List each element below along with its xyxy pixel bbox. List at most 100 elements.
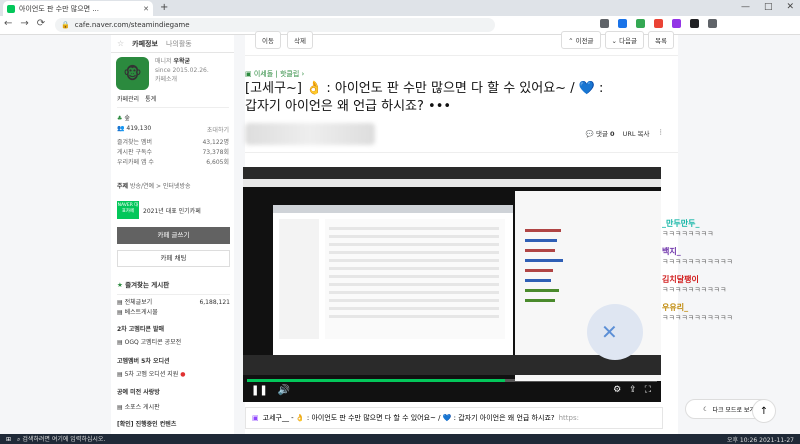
list-icon: ▤ xyxy=(117,371,123,378)
mascot-icon: 🐵 xyxy=(123,64,142,83)
video-progress-track[interactable] xyxy=(247,379,657,382)
lock-icon: 🔒 xyxy=(61,21,70,29)
tab-close-icon[interactable]: ✕ xyxy=(143,5,149,13)
menu-item[interactable]: ▤ 소포스 게시판 xyxy=(117,402,160,411)
browser-extension-icon[interactable] xyxy=(672,19,681,28)
cafe-manage-link[interactable]: 카페관리 xyxy=(117,94,139,103)
browser-extension-icon[interactable] xyxy=(618,19,627,28)
chevron-up-icon: ⌃ xyxy=(568,37,574,45)
topic-value[interactable]: 방송/연예 > 인터넷방송 xyxy=(130,183,191,190)
tab-my-activity[interactable]: 나의활동 xyxy=(166,39,192,49)
url-input[interactable]: 🔒 cafe.naver.com/steamindiegame xyxy=(55,18,495,32)
article-panel: 이동 삭제 ⌃ 이전글 ⌄ 다음글 목록 ▣ 이세돌 | 핫클립 › [고세구~… xyxy=(243,31,678,434)
browser-tab-bar: 아이언도 판 수만 많으면 ... ✕ + — □ ✕ xyxy=(0,0,800,16)
list-button[interactable]: 목록 xyxy=(648,31,674,49)
tree-icon: ♣ xyxy=(117,115,123,122)
manager-label: 매니저 xyxy=(155,58,172,65)
section-header: [확인] 진행중인 컨텐츠 xyxy=(117,421,177,428)
new-badge-icon: ● xyxy=(180,371,186,378)
menu-item[interactable]: ▤ 베스트게시물 xyxy=(117,308,230,318)
windows-start-icon[interactable]: ⊞ xyxy=(6,436,11,443)
video-link[interactable]: https: xyxy=(559,414,579,422)
scroll-top-button[interactable]: ↑ xyxy=(752,399,776,423)
fav-star-icon: ★ xyxy=(117,281,123,289)
back-button[interactable]: ← xyxy=(4,18,12,29)
browser-extension-icon[interactable] xyxy=(654,19,663,28)
chat-text: ㅋㅋㅋㅋㅋㅋㅋㅋㅋㅋ xyxy=(662,286,727,294)
post-title: [고세구~] 👌 : 아이언도 판 수만 많으면 다 할 수 있어요~ / 💙 … xyxy=(245,81,604,114)
video-player[interactable]: ✕ ❚❚ 🔊 ⚙ ⇪ ⛶ xyxy=(243,167,661,402)
board-icon: ▣ xyxy=(245,70,252,78)
star-icon[interactable]: ☆ xyxy=(117,39,124,48)
menu-item[interactable]: ▤ 5차 고멤 오디션 지원 ● xyxy=(117,369,185,378)
new-tab-button[interactable]: + xyxy=(160,2,168,13)
menu-item[interactable]: ▤ 전체글보기 6,188,121 xyxy=(117,298,230,308)
svg-text:✕: ✕ xyxy=(601,320,618,344)
level-row: ♣ 숲 xyxy=(117,115,130,122)
browser-extension-icon[interactable] xyxy=(690,19,699,28)
maximize-button[interactable]: □ xyxy=(764,2,773,12)
cafe-write-button[interactable]: 카페 글쓰기 xyxy=(117,227,230,244)
windows-taskbar: ⊞ ⌕ 검색하려면 여기에 입력하십시오. 오후 10:26 2021-11-2… xyxy=(0,434,800,444)
delete-button[interactable]: 삭제 xyxy=(286,31,313,49)
chat-username: 백지_ xyxy=(662,247,681,256)
post-category[interactable]: ▣ 이세돌 | 핫클립 › xyxy=(245,69,304,79)
video-caption: 고세구__ - 👌 : 아이언도 판 수만 많으면 다 할 수 있어요~ / 💙… xyxy=(262,414,555,422)
address-bar-row: ← → ⟳ 🔒 cafe.naver.com/steamindiegame xyxy=(0,16,800,35)
close-window-button[interactable]: ✕ xyxy=(786,2,794,12)
video-frame: ✕ xyxy=(243,167,661,381)
taskbar-search[interactable]: ⌕ 검색하려면 여기에 입력하십시오. xyxy=(17,434,105,444)
tab-title: 아이언도 판 수만 많으면 ... xyxy=(19,4,99,13)
tab-cafe-info[interactable]: 카페정보 xyxy=(132,39,158,49)
twitch-icon: ▣ xyxy=(252,414,259,422)
chevron-down-icon: ⌄ xyxy=(611,37,617,45)
chat-text: ㅋㅋㅋㅋㅋㅋㅋㅋㅋㅋㅋ xyxy=(662,258,733,266)
minimize-button[interactable]: — xyxy=(741,2,750,12)
reload-button[interactable]: ⟳ xyxy=(37,18,45,29)
comment-icon: 💬 xyxy=(585,130,594,138)
chat-overlay: _만두만두_ ㅋㅋㅋㅋㅋㅋㅋㅋ 백지_ ㅋㅋㅋㅋㅋㅋㅋㅋㅋㅋㅋ 김치달팽이 ㅋㅋㅋㅋㅋㅋㅋ… xyxy=(662,218,800,330)
chat-message: 백지_ ㅋㅋㅋㅋㅋㅋㅋㅋㅋㅋㅋ xyxy=(662,246,800,268)
pause-button[interactable]: ❚❚ xyxy=(251,385,268,396)
chat-text: ㅋㅋㅋㅋㅋㅋㅋㅋㅋㅋㅋ xyxy=(662,314,733,322)
url-copy-button[interactable]: URL 복사 xyxy=(623,128,650,138)
browser-extension-icon[interactable] xyxy=(636,19,645,28)
next-post-button[interactable]: ⌄ 다음글 xyxy=(604,31,645,49)
browser-tab[interactable]: 아이언도 판 수만 많으면 ... ✕ xyxy=(3,1,153,16)
volume-icon[interactable]: 🔊 xyxy=(278,385,290,396)
list-icon: ▤ xyxy=(117,404,123,411)
forward-button[interactable]: → xyxy=(20,18,28,29)
topic-label: 주제 xyxy=(117,183,129,190)
url-text: cafe.naver.com/steamindiegame xyxy=(74,21,190,29)
prev-post-button[interactable]: ⌃ 이전글 xyxy=(561,31,601,49)
moon-icon: ☾ xyxy=(703,405,709,413)
settings-gear-icon[interactable]: ⚙ xyxy=(613,385,621,395)
naver-badge: NAVER 대표카페 xyxy=(117,201,139,219)
manager-name[interactable]: 우왁굳 xyxy=(173,58,190,65)
more-options-icon[interactable]: ⋮ xyxy=(658,128,665,138)
menu-item[interactable]: ▤ OGQ 고멤티콘 공모전 xyxy=(117,337,181,346)
naver-cafe-favicon-icon xyxy=(7,4,15,13)
cafe-sidebar: ☆ 카페정보 나의활동 🐵 매니저 우왁굳 since 2015.02.26. … xyxy=(111,35,234,434)
page-content: ☆ 카페정보 나의활동 🐵 매니저 우왁굳 since 2015.02.26. … xyxy=(0,31,800,434)
taskbar-clock[interactable]: 오후 10:26 2021-11-27 xyxy=(727,435,794,444)
cafe-chat-button[interactable]: 카페 채팅 xyxy=(117,250,230,267)
section-header: 고멤멤버 5차 오디션 xyxy=(117,358,170,365)
move-button[interactable]: 이동 xyxy=(255,31,281,49)
comment-link[interactable]: 💬 댓글 0 xyxy=(586,128,615,138)
chat-username: 우유리_ xyxy=(662,303,689,312)
browser-extension-icon[interactable] xyxy=(708,19,717,28)
video-caption-bar[interactable]: ▣ 고세구__ - 👌 : 아이언도 판 수만 많으면 다 할 수 있어요~ /… xyxy=(245,407,663,429)
stats-link[interactable]: 통계 xyxy=(145,94,156,103)
invite-link[interactable]: 초대하기 xyxy=(207,125,229,134)
chat-message: _만두만두_ ㅋㅋㅋㅋㅋㅋㅋㅋ xyxy=(662,218,800,240)
video-progress-fill xyxy=(247,379,506,382)
fullscreen-icon[interactable]: ⛶ xyxy=(645,385,651,395)
fav-boards-header: 즐겨찾는 게시판 xyxy=(125,281,170,289)
browser-extension-icon[interactable] xyxy=(600,19,609,28)
since-date: since 2015.02.26. xyxy=(155,67,209,74)
list-icon: ▤ xyxy=(117,339,123,346)
chat-username: 김치달팽이 xyxy=(662,275,699,284)
cafe-intro-link[interactable]: 카페소개 xyxy=(155,75,209,84)
share-icon[interactable]: ⇪ xyxy=(629,385,637,395)
